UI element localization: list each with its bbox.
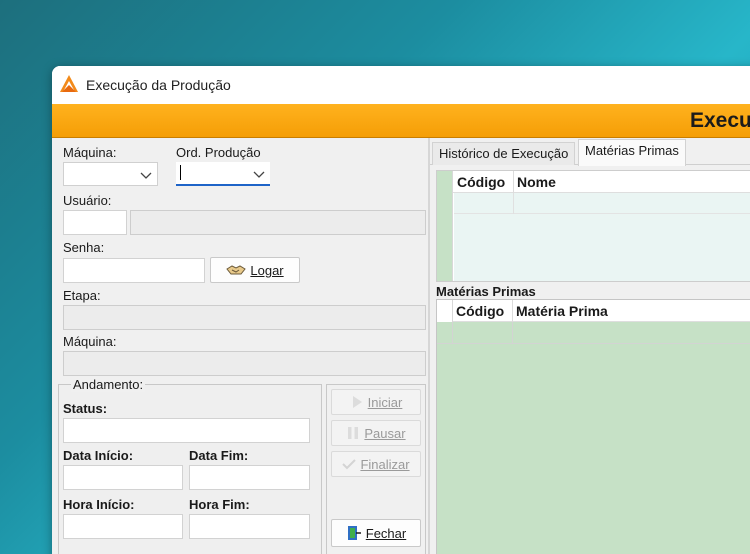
exit-door-icon bbox=[346, 525, 362, 541]
ord-producao-select[interactable] bbox=[176, 162, 270, 186]
materias-primas-grid[interactable]: Código Matéria Prima bbox=[436, 299, 750, 554]
header-banner: Execução da Produção bbox=[52, 104, 750, 138]
col-materia-prima[interactable]: Matéria Prima bbox=[516, 303, 608, 319]
hora-inicio-field bbox=[63, 514, 183, 539]
grid-body bbox=[454, 214, 750, 281]
data-fim-field bbox=[189, 465, 310, 490]
usuario-name-field bbox=[130, 210, 426, 235]
hora-fim-label: Hora Fim: bbox=[189, 497, 250, 512]
pausar-button[interactable]: Pausar bbox=[331, 420, 421, 446]
iniciar-label: Iniciar bbox=[367, 394, 403, 410]
window-title: Execução da Produção bbox=[86, 77, 231, 93]
data-fim-label: Data Fim: bbox=[189, 448, 249, 463]
status-label: Status: bbox=[63, 401, 108, 416]
tab-historico-label: Histórico de Execução bbox=[439, 146, 569, 161]
pause-icon bbox=[346, 426, 360, 440]
etapa-label: Etapa: bbox=[63, 288, 101, 303]
chevron-down-icon bbox=[253, 171, 265, 178]
header-corner bbox=[437, 300, 453, 322]
grid-empty-row bbox=[454, 193, 750, 214]
cell-separator bbox=[513, 193, 514, 214]
col-nome[interactable]: Nome bbox=[517, 174, 556, 190]
maquina-label: Máquina: bbox=[63, 145, 117, 160]
tab-materias-label: Matérias Primas bbox=[585, 143, 679, 158]
col-separator bbox=[512, 300, 513, 322]
play-icon bbox=[350, 395, 364, 409]
senha-field[interactable] bbox=[63, 258, 205, 283]
pausar-label: Pausar bbox=[364, 425, 406, 441]
finalizar-button[interactable]: Finalizar bbox=[331, 451, 421, 477]
row-indicator bbox=[437, 171, 453, 281]
andamento-title: Andamento: bbox=[71, 377, 146, 392]
col-separator bbox=[513, 171, 514, 193]
materias-empty-row bbox=[453, 322, 750, 344]
usuario-code-field[interactable] bbox=[63, 210, 127, 235]
row-indicator bbox=[437, 322, 453, 344]
col-codigo[interactable]: Código bbox=[457, 174, 505, 190]
usuario-label: Usuário: bbox=[63, 193, 112, 208]
tab-historico-execucao[interactable]: Histórico de Execução bbox=[432, 142, 576, 165]
fechar-label: Fechar bbox=[365, 525, 407, 541]
fechar-button[interactable]: Fechar bbox=[331, 519, 421, 547]
data-inicio-label: Data Início: bbox=[63, 448, 134, 463]
cell-separator bbox=[512, 322, 513, 344]
checkmark-icon bbox=[342, 457, 357, 471]
hora-inicio-label: Hora Início: bbox=[63, 497, 135, 512]
right-pane: Histórico de Execução Matérias Primas Có… bbox=[430, 138, 750, 554]
materias-primas-title: Matérias Primas bbox=[436, 284, 536, 299]
ord-producao-label: Ord. Produção bbox=[176, 145, 261, 160]
iniciar-button[interactable]: Iniciar bbox=[331, 389, 421, 415]
tab-bar: Histórico de Execução Matérias Primas bbox=[430, 138, 750, 166]
chevron-down-icon bbox=[140, 172, 152, 179]
finalizar-label: Finalizar bbox=[360, 456, 410, 472]
logar-label: Logar bbox=[250, 262, 284, 278]
handshake-icon bbox=[226, 263, 247, 277]
title-bar: Execução da Produção bbox=[52, 66, 750, 104]
hora-fim-field bbox=[189, 514, 310, 539]
senha-label: Senha: bbox=[63, 240, 105, 255]
status-field bbox=[63, 418, 310, 443]
col-mp-codigo[interactable]: Código bbox=[456, 303, 504, 319]
logar-button[interactable]: Logar bbox=[210, 257, 300, 283]
main-window: Execução da Produção Execução da Produçã… bbox=[52, 66, 750, 554]
maquina-info-field bbox=[63, 351, 426, 376]
maquina2-label: Máquina: bbox=[63, 334, 117, 349]
app-logo-icon bbox=[60, 75, 78, 92]
etapa-field bbox=[63, 305, 426, 330]
tab-materias-primas[interactable]: Matérias Primas bbox=[578, 139, 686, 166]
text-cursor bbox=[180, 165, 181, 180]
execucao-grid[interactable]: Código Nome bbox=[436, 170, 750, 282]
banner-title: Execução da Produção bbox=[690, 109, 750, 132]
data-inicio-field bbox=[63, 465, 183, 490]
maquina-select[interactable] bbox=[63, 162, 158, 186]
